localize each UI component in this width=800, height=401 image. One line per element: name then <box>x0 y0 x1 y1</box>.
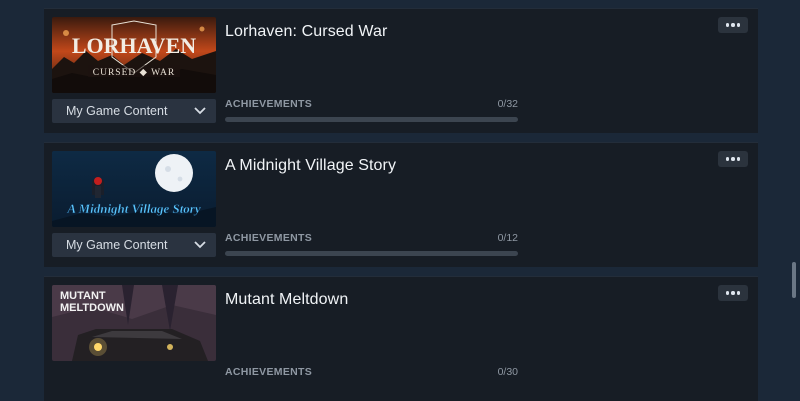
achievements-label: ACHIEVEMENTS <box>225 98 313 110</box>
achievements-progress-bar <box>225 251 518 256</box>
thumbnail-title-text: MUTANT <box>60 290 106 302</box>
game-thumbnail[interactable]: MUTANT MELTDOWN <box>52 285 216 361</box>
achievements-progress-bar <box>225 117 518 122</box>
game-title[interactable]: Mutant Meltdown <box>225 291 348 309</box>
game-content-dropdown[interactable]: My Game Content <box>52 233 216 257</box>
more-options-icon[interactable] <box>718 151 748 167</box>
chevron-down-icon <box>194 105 206 117</box>
dropdown-label: My Game Content <box>66 104 168 118</box>
achievements-count: 0/12 <box>497 232 518 244</box>
more-options-icon[interactable] <box>718 285 748 301</box>
chevron-down-icon <box>194 239 206 251</box>
game-list: LORHAVEN CURSED ◆ WAR My Game Content Lo… <box>44 0 758 401</box>
achievements-label: ACHIEVEMENTS <box>225 366 313 378</box>
scrollbar-thumb[interactable] <box>792 262 796 298</box>
game-content-dropdown[interactable]: My Game Content <box>52 99 216 123</box>
game-card: A Midnight Village Story My Game Content… <box>44 142 758 267</box>
dropdown-label: My Game Content <box>66 238 168 252</box>
thumbnail-title-text: LORHAVEN <box>72 33 196 58</box>
achievements-label: ACHIEVEMENTS <box>225 232 313 244</box>
achievements-count: 0/30 <box>497 366 518 378</box>
thumbnail-subtitle-text: CURSED ◆ WAR <box>93 68 175 78</box>
game-card: LORHAVEN CURSED ◆ WAR My Game Content Lo… <box>44 8 758 133</box>
achievements-count: 0/32 <box>497 98 518 110</box>
game-thumbnail[interactable]: LORHAVEN CURSED ◆ WAR <box>52 17 216 93</box>
game-title[interactable]: A Midnight Village Story <box>225 157 396 175</box>
game-title[interactable]: Lorhaven: Cursed War <box>225 23 387 41</box>
game-card: MUTANT MELTDOWN Mutant Meltdown ACHIEVEM… <box>44 276 758 401</box>
thumbnail-title-text: A Midnight Village Story <box>66 201 201 216</box>
game-thumbnail[interactable]: A Midnight Village Story <box>52 151 216 227</box>
more-options-icon[interactable] <box>718 17 748 33</box>
thumbnail-title-text: MELTDOWN <box>60 302 124 314</box>
